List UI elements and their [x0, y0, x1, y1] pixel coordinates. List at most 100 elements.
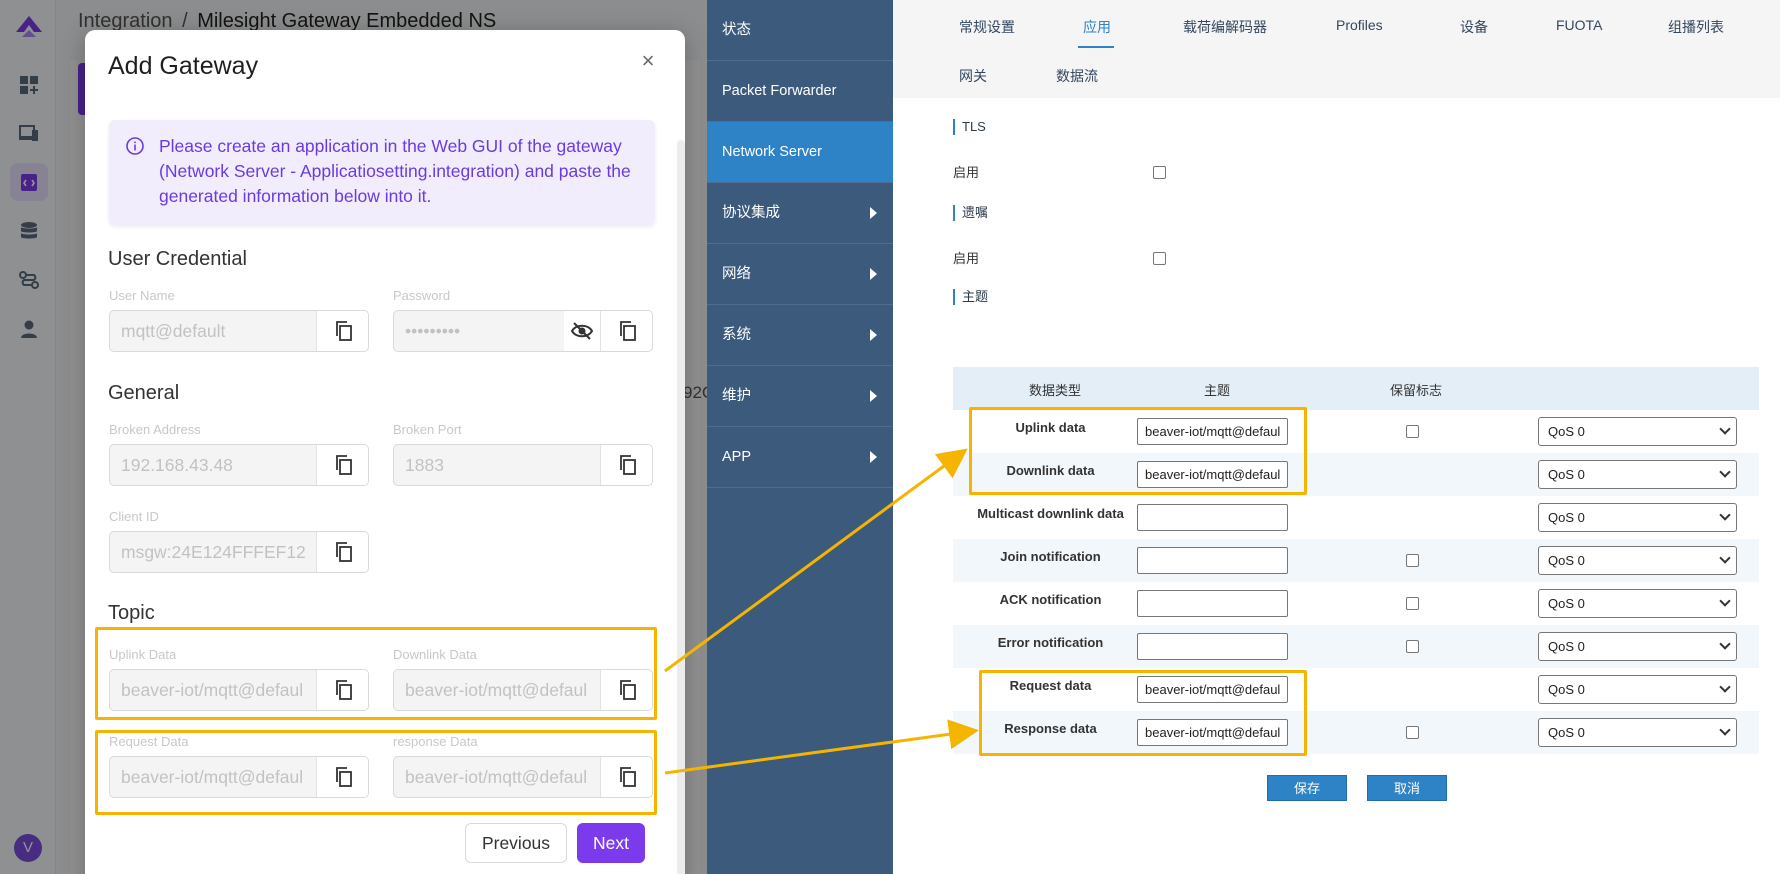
client-id-field: Client ID msgw:24E124FFFEF12 — [109, 509, 369, 573]
user-name-input[interactable]: mqtt@default — [109, 310, 369, 352]
qos-select[interactable]: QoS 0 — [1538, 675, 1737, 704]
password-input[interactable]: ••••••••• — [393, 310, 653, 352]
retain-checkbox[interactable] — [1406, 554, 1419, 567]
tab-payload-codec[interactable]: 载荷编解码器 — [1183, 17, 1267, 37]
field-label: Broken Address — [109, 422, 201, 437]
section-keepalive: 遗嘱 — [953, 205, 988, 221]
menu-item-maintenance[interactable]: 维护 — [707, 366, 893, 427]
topic-input[interactable] — [1137, 504, 1288, 531]
qos-select[interactable]: QoS 0 — [1538, 460, 1737, 489]
arrow-right-icon — [870, 390, 877, 402]
table-row: Multicast downlink data QoS 0 — [953, 496, 1759, 539]
broken-port-input[interactable]: 1883 — [393, 444, 653, 486]
gateway-web-gui: 状态 Packet Forwarder Network Server 协议集成 … — [707, 0, 1780, 874]
retain-checkbox[interactable] — [1406, 640, 1419, 653]
tab-fuota[interactable]: FUOTA — [1556, 17, 1602, 33]
copy-button[interactable] — [600, 445, 652, 485]
cancel-button[interactable]: 取消 — [1367, 775, 1447, 801]
topic-input[interactable] — [1137, 590, 1288, 617]
tls-enable-label: 启用 — [953, 165, 980, 180]
menu-item-app[interactable]: APP — [707, 427, 893, 488]
menu-item-packet-forwarder[interactable]: Packet Forwarder — [707, 61, 893, 122]
menu-item-label: 协议集成 — [722, 205, 780, 221]
tls-enable-checkbox[interactable] — [1153, 166, 1166, 179]
retain-checkbox[interactable] — [1406, 425, 1419, 438]
menu-item-label: 维护 — [722, 388, 751, 404]
topic-input[interactable] — [1137, 547, 1288, 574]
select-value: QoS 0 — [1548, 682, 1585, 697]
modal-scrollbar[interactable] — [677, 140, 685, 874]
table-header: 数据类型 主题 保留标志 — [953, 367, 1759, 410]
row-name: Multicast downlink data — [977, 506, 1124, 521]
menu-item-protocol-integration[interactable]: 协议集成 — [707, 183, 893, 244]
menu-item-label: 网络 — [722, 266, 751, 282]
highlight-request-response-rows — [979, 670, 1307, 756]
previous-button[interactable]: Previous — [465, 823, 567, 863]
select-value: QoS 0 — [1548, 424, 1585, 439]
info-alert: Please create an application in the Web … — [109, 120, 655, 225]
qos-select[interactable]: QoS 0 — [1538, 589, 1737, 618]
menu-item-network-server[interactable]: Network Server — [707, 122, 893, 183]
copy-button[interactable] — [316, 532, 368, 572]
qos-select[interactable]: QoS 0 — [1538, 632, 1737, 661]
chevron-down-icon — [1719, 552, 1731, 564]
active-tab-underline — [1078, 46, 1114, 48]
menu-item-network[interactable]: 网络 — [707, 244, 893, 305]
field-label: User Name — [109, 288, 175, 303]
copy-button[interactable] — [600, 311, 652, 351]
close-icon[interactable]: × — [639, 50, 657, 72]
qos-select[interactable]: QoS 0 — [1538, 718, 1737, 747]
copy-icon — [336, 542, 352, 562]
arrow-right-icon — [870, 329, 877, 341]
qos-select[interactable]: QoS 0 — [1538, 546, 1737, 575]
tab-data-stream[interactable]: 数据流 — [1056, 66, 1098, 86]
arrow-right-icon — [870, 207, 877, 219]
tab-gateway[interactable]: 网关 — [959, 66, 987, 86]
toggle-visibility-button[interactable] — [564, 311, 600, 351]
table-row: ACK notification QoS 0 — [953, 582, 1759, 625]
arrow-right-icon — [870, 451, 877, 463]
field-label: Password — [393, 288, 451, 303]
header-retain: 保留标志 — [1390, 383, 1443, 398]
arrow-right-icon — [870, 268, 877, 280]
chevron-down-icon — [1719, 681, 1731, 693]
section-title-general: General — [108, 382, 180, 404]
save-button[interactable]: 保存 — [1267, 775, 1347, 801]
tab-general-settings[interactable]: 常规设置 — [959, 17, 1015, 37]
qos-select[interactable]: QoS 0 — [1538, 503, 1737, 532]
tab-profiles[interactable]: Profiles — [1336, 17, 1383, 33]
tab-application[interactable]: 应用 — [1083, 17, 1111, 37]
field-value: msgw:24E124FFFEF12 — [121, 542, 306, 562]
broken-address-input[interactable]: 192.168.43.48 — [109, 444, 369, 486]
header-data-type: 数据类型 — [1029, 383, 1082, 398]
select-value: QoS 0 — [1548, 467, 1585, 482]
copy-icon — [336, 321, 352, 341]
chevron-down-icon — [1719, 595, 1731, 607]
section-topic: 主题 — [953, 289, 988, 305]
section-tls: TLS — [953, 119, 986, 135]
select-value: QoS 0 — [1548, 553, 1585, 568]
field-value: mqtt@default — [121, 321, 226, 341]
tab-devices[interactable]: 设备 — [1460, 17, 1488, 37]
copy-button[interactable] — [316, 311, 368, 351]
copy-button[interactable] — [316, 445, 368, 485]
qos-select[interactable]: QoS 0 — [1538, 417, 1737, 446]
retain-checkbox[interactable] — [1406, 726, 1419, 739]
field-value: 1883 — [405, 455, 444, 475]
menu-item-label: Network Server — [722, 144, 822, 160]
field-value: 192.168.43.48 — [121, 455, 233, 475]
menu-item-system[interactable]: 系统 — [707, 305, 893, 366]
client-id-input[interactable]: msgw:24E124FFFEF12 — [109, 531, 369, 573]
password-field: Password ••••••••• — [393, 288, 653, 352]
tab-multicast-list[interactable]: 组播列表 — [1668, 17, 1724, 37]
topic-input[interactable] — [1137, 633, 1288, 660]
keepalive-enable-checkbox[interactable] — [1153, 252, 1166, 265]
broken-port-field: Broken Port 1883 — [393, 422, 653, 486]
copy-icon — [620, 321, 636, 341]
retain-checkbox[interactable] — [1406, 597, 1419, 610]
gateway-nav-menu: 状态 Packet Forwarder Network Server 协议集成 … — [707, 0, 893, 874]
select-value: QoS 0 — [1548, 510, 1585, 525]
add-gateway-modal: Add Gateway × Please create an applicati… — [85, 30, 685, 874]
menu-item-status[interactable]: 状态 — [707, 0, 893, 61]
next-button[interactable]: Next — [577, 823, 645, 863]
